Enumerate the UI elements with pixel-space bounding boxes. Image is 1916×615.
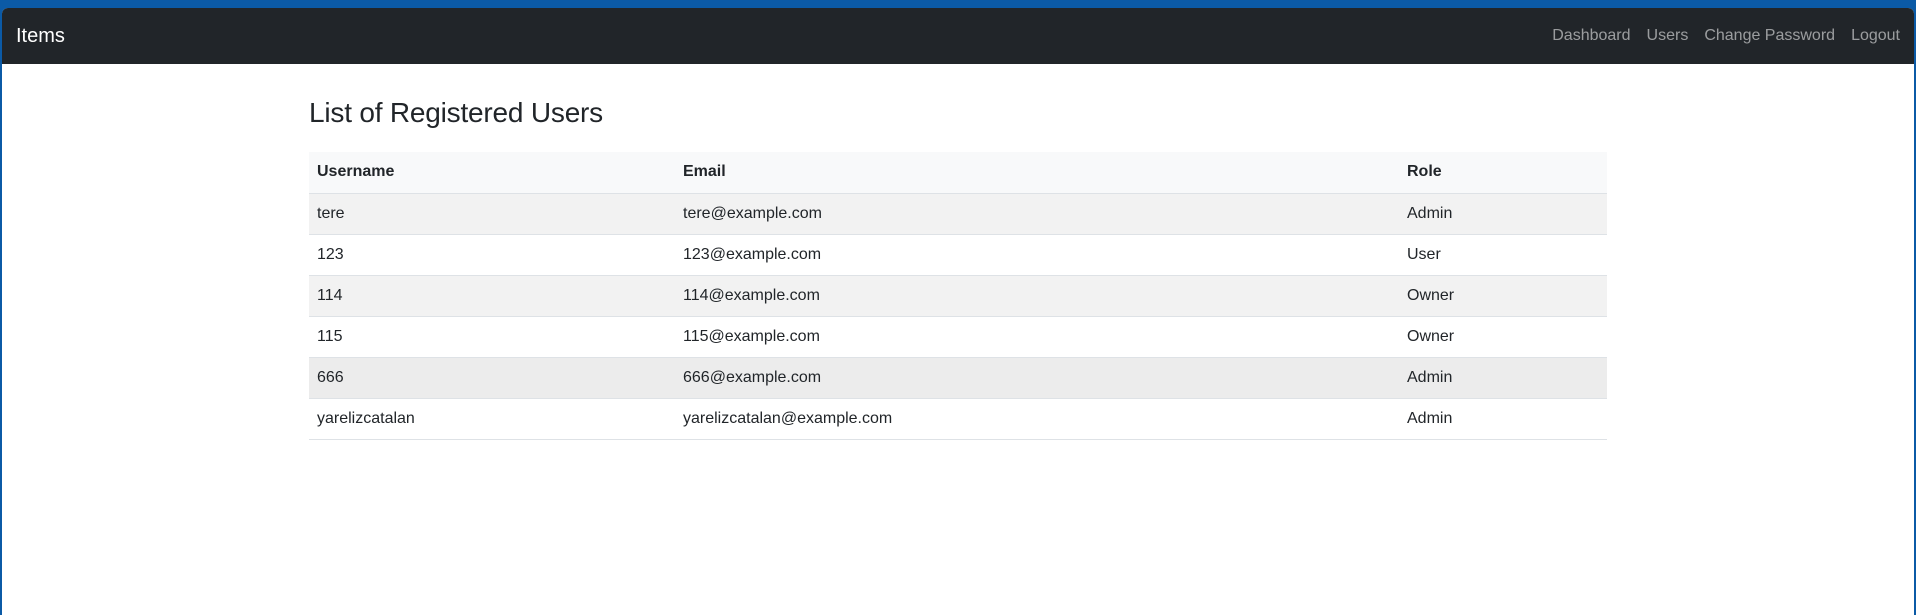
cell-username: 114 (309, 275, 675, 317)
table-body: tere tere@example.com Admin 123 123@exam… (309, 193, 1607, 440)
table-row: 666 666@example.com Admin (309, 357, 1607, 399)
column-header-email: Email (675, 151, 1399, 194)
cell-email: tere@example.com (675, 193, 1399, 235)
browser-window: Items Dashboard Users Change Password Lo… (2, 8, 1914, 615)
table-row: 114 114@example.com Owner (309, 275, 1607, 317)
cell-email: yarelizcatalan@example.com (675, 398, 1399, 440)
cell-role: Admin (1399, 398, 1607, 440)
cell-role: Admin (1399, 357, 1607, 399)
users-table: Username Email Role tere tere@example.co… (309, 151, 1607, 440)
cell-role: User (1399, 234, 1607, 276)
cell-email: 666@example.com (675, 357, 1399, 399)
brand-link[interactable]: Items (16, 25, 65, 48)
column-header-role: Role (1399, 151, 1607, 194)
cell-role: Owner (1399, 316, 1607, 358)
table-row: 123 123@example.com User (309, 234, 1607, 276)
cell-email: 115@example.com (675, 316, 1399, 358)
cell-username: yarelizcatalan (309, 398, 675, 440)
page-title: List of Registered Users (309, 97, 603, 128)
table-row: yarelizcatalan yarelizcatalan@example.co… (309, 398, 1607, 440)
nav-link-dashboard[interactable]: Dashboard (1552, 27, 1630, 45)
cell-username: tere (309, 193, 675, 235)
nav-links: Dashboard Users Change Password Logout (1536, 27, 1900, 45)
cell-username: 123 (309, 234, 675, 276)
main-content: List of Registered Users Username Email … (309, 64, 1607, 440)
cell-email: 123@example.com (675, 234, 1399, 276)
nav-link-logout[interactable]: Logout (1851, 27, 1900, 45)
cell-role: Admin (1399, 193, 1607, 235)
nav-link-change-password[interactable]: Change Password (1704, 27, 1835, 45)
table-header: Username Email Role (309, 151, 1607, 194)
table-row: 115 115@example.com Owner (309, 316, 1607, 358)
table-row: tere tere@example.com Admin (309, 193, 1607, 235)
cell-email: 114@example.com (675, 275, 1399, 317)
cell-username: 115 (309, 316, 675, 358)
table-header-row: Username Email Role (309, 151, 1607, 194)
cell-role: Owner (1399, 275, 1607, 317)
column-header-username: Username (309, 151, 675, 194)
nav-link-users[interactable]: Users (1647, 27, 1689, 45)
top-navbar: Items Dashboard Users Change Password Lo… (2, 8, 1914, 64)
cell-username: 666 (309, 357, 675, 399)
